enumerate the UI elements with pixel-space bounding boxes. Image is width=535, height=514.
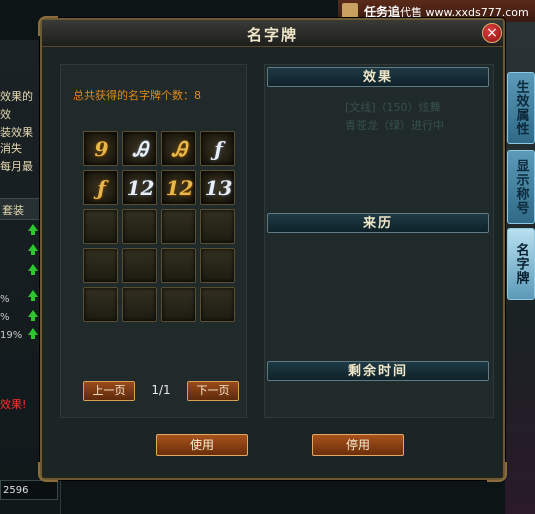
arrow-up-icon <box>28 264 38 275</box>
badge-slot[interactable]: Ꭿ <box>161 131 196 166</box>
dialog-title: 名字牌 <box>246 26 298 44</box>
badge-slot[interactable]: 12 <box>161 170 196 205</box>
arrow-up-icon <box>28 244 38 255</box>
bg-percent: 19% <box>0 330 23 341</box>
origin-header: 来历 <box>267 213 489 233</box>
next-page-button[interactable]: 下一页 <box>187 381 239 401</box>
ghost-text: 青苍龙（绿）进行中 <box>345 119 444 132</box>
bg-percent: % <box>0 312 10 323</box>
empty-badge-slot[interactable] <box>122 287 157 322</box>
badge-slot[interactable]: 12 <box>122 170 157 205</box>
silver-rune-badge-icon: ƒ <box>214 137 223 161</box>
tab-display-title[interactable]: 显示称号 <box>507 150 535 224</box>
arrow-up-icon <box>28 328 38 339</box>
ghost-text: [文线]（150）炫舞 <box>345 101 441 114</box>
silver-rune-badge-icon: Ꭿ <box>133 137 148 161</box>
name-badge-dialog: 名字牌 × 总共获得的名字牌个数：8 9 Ꭿ Ꭿƒ ƒ 12 12 13 上一页 1/1 下… <box>38 16 507 482</box>
badge-slot[interactable]: 13 <box>200 170 235 205</box>
badge-slot[interactable]: ƒ <box>83 170 118 205</box>
gold-rune-badge-icon: Ꭿ <box>172 137 187 161</box>
bg-text-line: 每月最 <box>0 160 33 173</box>
empty-badge-slot[interactable] <box>200 248 235 283</box>
bg-value-field: 2596 <box>0 480 58 500</box>
empty-badge-slot[interactable] <box>83 287 118 322</box>
use-button[interactable]: 使用 <box>156 434 248 456</box>
arrow-up-icon <box>28 224 38 235</box>
empty-badge-slot[interactable] <box>200 209 235 244</box>
tab-effect-attributes[interactable]: 生效属性 <box>507 72 535 144</box>
bg-text-line: 消失 <box>0 142 22 155</box>
close-button[interactable]: × <box>482 23 502 43</box>
remaining-time-header: 剩余时间 <box>267 361 489 381</box>
ornament-corner <box>487 462 507 482</box>
badge-slot[interactable]: Ꭿ <box>122 131 157 166</box>
empty-badge-slot[interactable] <box>83 248 118 283</box>
badge-slot[interactable]: ƒ <box>200 131 235 166</box>
tab-name-badge[interactable]: 名字牌 <box>507 228 535 300</box>
ornament-corner <box>38 462 58 482</box>
empty-badge-slot[interactable] <box>200 287 235 322</box>
empty-badge-slot[interactable] <box>122 248 157 283</box>
effect-header: 效果 <box>267 67 489 87</box>
empty-badge-slot[interactable] <box>83 209 118 244</box>
gold-number-badge-icon: 12 <box>165 176 194 200</box>
stop-using-button[interactable]: 停用 <box>312 434 404 456</box>
bg-text-line: 效果的 <box>0 90 33 103</box>
bg-red-text: 效果! <box>0 398 27 411</box>
bg-percent: % <box>0 294 10 305</box>
page-indicator: 1/1 <box>151 383 171 397</box>
badge-collection-area: 总共获得的名字牌个数：8 9 Ꭿ Ꭿƒ ƒ 12 12 13 上一页 1/1 下一页 <box>60 64 247 418</box>
silver-number-badge-icon: 13 <box>204 176 233 200</box>
empty-badge-slot[interactable] <box>161 287 196 322</box>
empty-badge-slot[interactable] <box>122 209 157 244</box>
dialog-title-bar[interactable]: 名字牌 × <box>42 20 503 47</box>
close-icon: × <box>486 25 498 41</box>
bg-text-line: 装效果 <box>0 126 33 139</box>
silver-number-badge-icon: 12 <box>126 176 155 200</box>
empty-badge-slot[interactable] <box>161 248 196 283</box>
arrow-up-icon <box>28 290 38 301</box>
badge-grid: 9 Ꭿ Ꭿƒ ƒ 12 12 13 <box>83 131 239 322</box>
total-badges-text: 总共获得的名字牌个数：8 <box>73 89 201 102</box>
gold-rune-badge-icon: ƒ <box>97 176 106 200</box>
bg-text-line: 效 <box>0 108 11 121</box>
arrow-up-icon <box>28 310 38 321</box>
badge-detail-area: 效果 [文线]（150）炫舞 青苍龙（绿）进行中 来历 剩余时间 <box>264 64 494 418</box>
gold-rune-badge-icon: 9 <box>94 137 109 161</box>
badge-slot[interactable]: 9 <box>83 131 118 166</box>
bg-section-label: 套装 <box>2 204 24 217</box>
pagination: 上一页 1/1 下一页 <box>83 381 239 401</box>
prev-page-button[interactable]: 上一页 <box>83 381 135 401</box>
book-icon <box>342 3 358 19</box>
empty-badge-slot[interactable] <box>161 209 196 244</box>
